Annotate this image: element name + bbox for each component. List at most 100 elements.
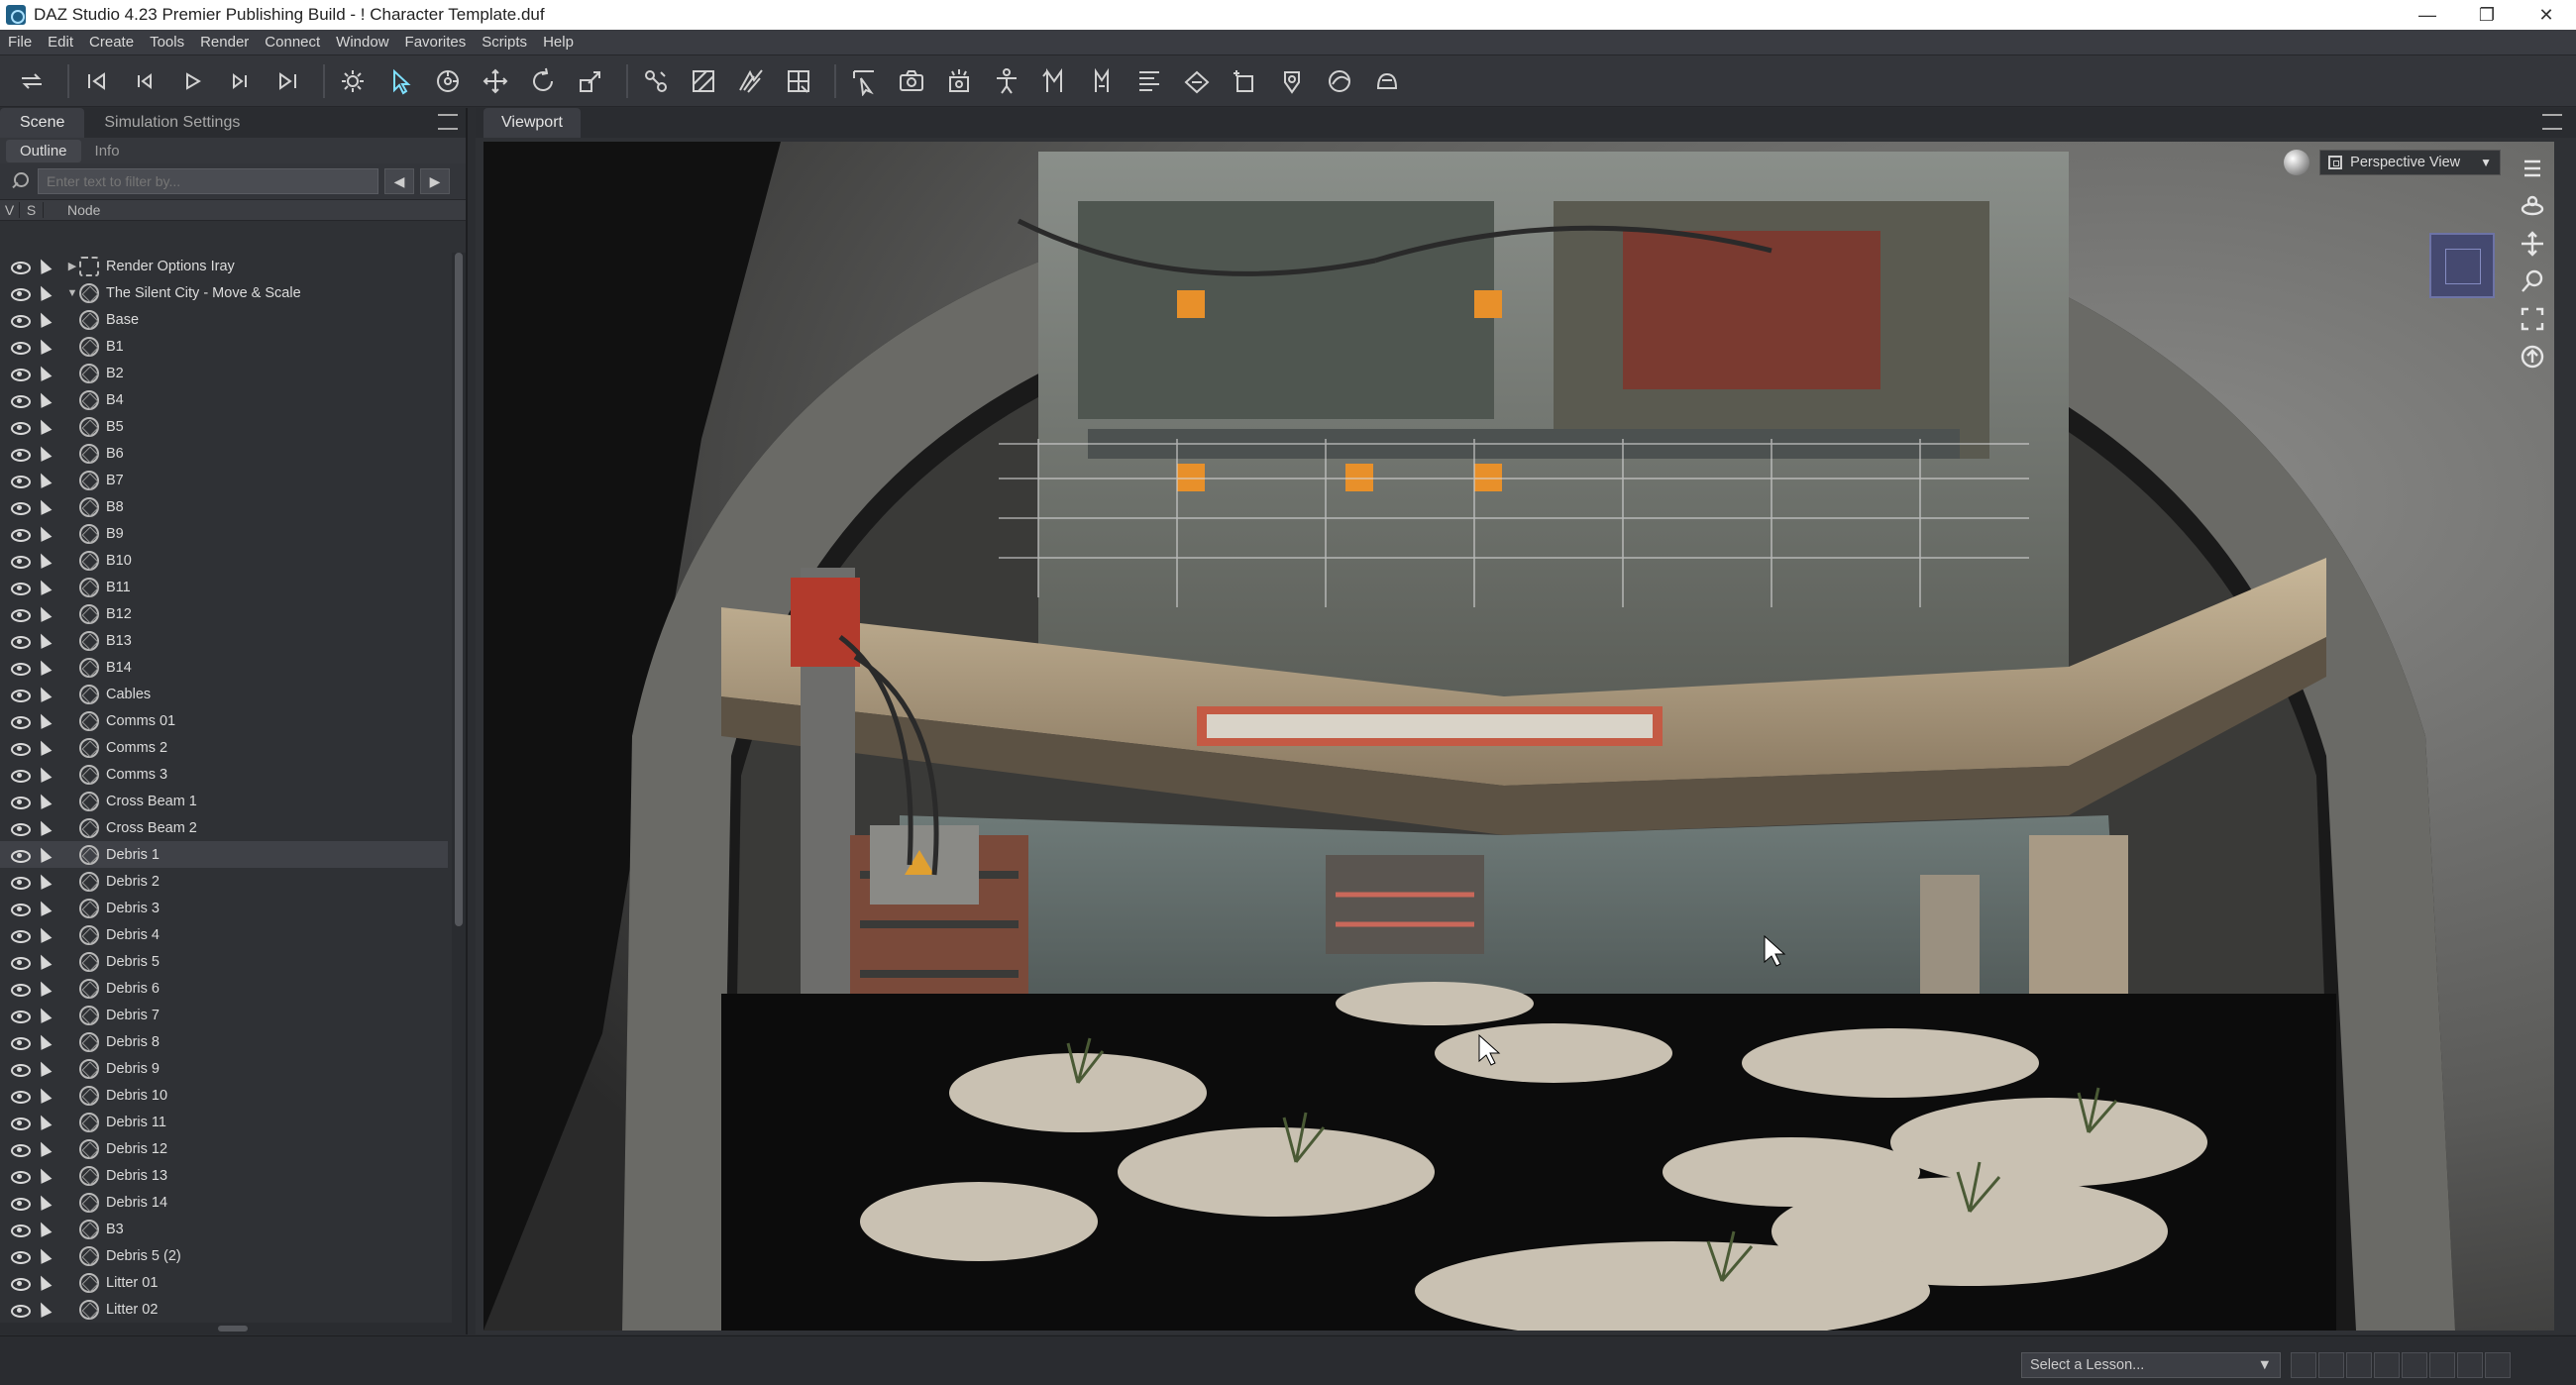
eye-icon[interactable] xyxy=(10,1276,32,1291)
tree-horizontal-scrollbar-thumb[interactable] xyxy=(218,1326,248,1332)
maximize-button[interactable]: ❐ xyxy=(2457,0,2517,30)
eye-icon[interactable] xyxy=(10,554,32,569)
render-settings-icon[interactable] xyxy=(333,61,373,101)
frame-icon[interactable] xyxy=(2516,302,2549,336)
universal-tool-icon[interactable] xyxy=(428,61,468,101)
tab-info[interactable]: Info xyxy=(81,140,134,162)
tree-row[interactable]: Debris 8 xyxy=(0,1028,448,1055)
camera-icon[interactable] xyxy=(892,61,931,101)
selectable-icon[interactable] xyxy=(34,952,57,972)
selectable-icon[interactable] xyxy=(34,1059,57,1079)
figure-icon[interactable] xyxy=(987,61,1026,101)
spot-render-icon[interactable] xyxy=(1272,61,1312,101)
tree-row[interactable]: Debris 11 xyxy=(0,1109,448,1135)
menu-edit[interactable]: Edit xyxy=(40,34,81,51)
camera-select[interactable]: Perspective View ▼ xyxy=(2319,150,2501,175)
selectable-icon[interactable] xyxy=(34,364,57,383)
tree-row[interactable]: Debris 13 xyxy=(0,1162,448,1189)
morph-icon[interactable] xyxy=(1034,61,1074,101)
selectable-icon[interactable] xyxy=(34,872,57,892)
filter-input[interactable] xyxy=(38,168,378,194)
zoom-camera-icon[interactable] xyxy=(2516,265,2549,298)
menu-tools[interactable]: Tools xyxy=(142,34,192,51)
viewport-menu-icon[interactable] xyxy=(2516,152,2549,185)
selectable-icon[interactable] xyxy=(34,1006,57,1025)
selectable-icon[interactable] xyxy=(34,845,57,865)
selectable-icon[interactable] xyxy=(34,792,57,811)
selectable-icon[interactable] xyxy=(34,899,57,918)
eye-icon[interactable] xyxy=(10,714,32,729)
tree-row[interactable]: Debris 4 xyxy=(0,921,448,948)
eye-icon[interactable] xyxy=(10,367,32,381)
eye-icon[interactable] xyxy=(10,260,32,274)
close-button[interactable]: ✕ xyxy=(2517,0,2576,30)
bake-icon[interactable] xyxy=(1177,61,1217,101)
eye-icon[interactable] xyxy=(10,661,32,676)
eye-icon[interactable] xyxy=(10,688,32,702)
reset-camera-icon[interactable] xyxy=(2516,340,2549,373)
selectable-icon[interactable] xyxy=(34,1300,57,1320)
selectable-icon[interactable] xyxy=(34,310,57,330)
pane-menu-icon[interactable] xyxy=(438,114,458,130)
menu-scripts[interactable]: Scripts xyxy=(474,34,535,51)
lesson-button[interactable] xyxy=(2374,1352,2400,1378)
eye-icon[interactable] xyxy=(10,1249,32,1264)
selectable-icon[interactable] xyxy=(34,738,57,758)
selectable-icon[interactable] xyxy=(34,444,57,464)
eye-icon[interactable] xyxy=(10,768,32,783)
region-nav-icon[interactable] xyxy=(779,61,818,101)
eye-icon[interactable] xyxy=(10,1303,32,1318)
draw-style-icon[interactable] xyxy=(2284,150,2310,175)
tree-row[interactable]: Debris 3 xyxy=(0,895,448,921)
tree-row[interactable]: Debris 10 xyxy=(0,1082,448,1109)
selectable-icon[interactable] xyxy=(34,1166,57,1186)
tree-row[interactable]: Cables xyxy=(0,681,448,707)
tree-row[interactable]: ▼ The Silent City - Move & Scale xyxy=(0,279,448,306)
lesson-button[interactable] xyxy=(2318,1352,2344,1378)
selectable-icon[interactable] xyxy=(34,765,57,785)
tree-row[interactable]: Debris 2 xyxy=(0,868,448,895)
tree-row[interactable]: Debris 1 xyxy=(0,841,448,868)
scale-icon[interactable] xyxy=(571,61,610,101)
lesson-select[interactable]: Select a Lesson... ▼ xyxy=(2021,1352,2281,1378)
tree-row[interactable]: B3 xyxy=(0,1216,448,1242)
eye-icon[interactable] xyxy=(10,1196,32,1211)
tab-simulation-settings[interactable]: Simulation Settings xyxy=(84,108,260,138)
menu-file[interactable]: File xyxy=(0,34,40,51)
selectable-icon[interactable] xyxy=(34,390,57,410)
lesson-button[interactable] xyxy=(2402,1352,2427,1378)
selectable-icon[interactable] xyxy=(34,257,57,276)
menu-help[interactable]: Help xyxy=(535,34,582,51)
node-selection-icon[interactable] xyxy=(380,61,420,101)
selectable-icon[interactable] xyxy=(34,818,57,838)
tree-row[interactable]: Debris 7 xyxy=(0,1002,448,1028)
tree-row[interactable]: Cross Beam 1 xyxy=(0,788,448,814)
tree-row[interactable]: B7 xyxy=(0,467,448,493)
selectable-icon[interactable] xyxy=(34,1113,57,1132)
selectable-icon[interactable] xyxy=(34,497,57,517)
eye-icon[interactable] xyxy=(10,928,32,943)
minimize-button[interactable]: — xyxy=(2398,0,2457,30)
lesson-button[interactable] xyxy=(2346,1352,2372,1378)
tree-row[interactable]: Debris 9 xyxy=(0,1055,448,1082)
selectable-icon[interactable] xyxy=(34,979,57,999)
undo-redo-icon[interactable] xyxy=(12,61,52,101)
tree-row[interactable]: Litter 01 xyxy=(0,1269,448,1296)
tree-row[interactable]: Debris 5 (2) xyxy=(0,1242,448,1269)
selectable-icon[interactable] xyxy=(34,551,57,571)
selectable-icon[interactable] xyxy=(34,711,57,731)
iray-icon[interactable] xyxy=(1367,61,1407,101)
selectable-icon[interactable] xyxy=(34,604,57,624)
surface-selection-icon[interactable] xyxy=(684,61,723,101)
tree-row[interactable]: Debris 14 xyxy=(0,1189,448,1216)
selectable-icon[interactable] xyxy=(34,337,57,357)
eye-icon[interactable] xyxy=(10,447,32,462)
viewport-pane-menu-icon[interactable] xyxy=(2542,114,2562,130)
eye-icon[interactable] xyxy=(10,634,32,649)
filter-prev-button[interactable]: ◀ xyxy=(384,168,414,194)
next-frame-icon[interactable] xyxy=(220,61,260,101)
eye-icon[interactable] xyxy=(10,1009,32,1023)
selectable-icon[interactable] xyxy=(34,1273,57,1293)
menu-window[interactable]: Window xyxy=(328,34,396,51)
tab-outline[interactable]: Outline xyxy=(6,139,81,162)
